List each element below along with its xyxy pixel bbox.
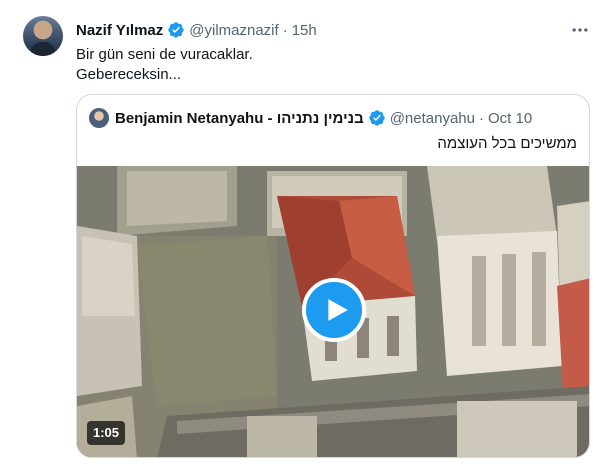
play-icon [327,299,348,321]
quoted-tweet-header: Benjamin Netanyahu - בנימין נתניהו @neta… [89,107,532,129]
tweet[interactable]: Nazif Yılmaz @yilmaznazif · 15h Bir gün … [0,0,610,471]
tweet-text-line-1: Bir gün seni de vuracaklar. [76,46,253,63]
tweet-text: Bir gün seni de vuracaklar. Gebereceksin… [76,45,253,85]
tweet-timestamp[interactable]: 15h [292,22,317,39]
play-button[interactable] [302,278,366,342]
more-horizontal-icon[interactable] [568,20,592,40]
video-player[interactable]: 1:05 [77,166,589,457]
separator-dot: · [479,109,484,127]
author-avatar[interactable] [23,16,63,56]
quoted-tweet-text: ממשיכים בכל העוצמה [437,135,577,152]
quoted-author-avatar [89,108,109,128]
tweet-text-line-2: Gebereceksin... [76,66,182,83]
author-name[interactable]: Nazif Yılmaz [76,22,163,39]
quoted-tweet[interactable]: Benjamin Netanyahu - בנימין נתניהו @neta… [76,94,590,458]
quoted-author-name: Benjamin Netanyahu - בנימין נתניהו [115,109,364,127]
tweet-header: Nazif Yılmaz @yilmaznazif · 15h [76,19,317,41]
quoted-timestamp: Oct 10 [488,109,533,127]
verified-badge-icon [368,109,386,127]
author-handle[interactable]: @yilmaznazif [189,22,278,39]
verified-badge-icon [167,21,185,39]
video-duration-badge: 1:05 [87,421,126,445]
separator-dot: · [282,21,288,39]
quoted-author-handle: @netanyahu [389,109,475,127]
